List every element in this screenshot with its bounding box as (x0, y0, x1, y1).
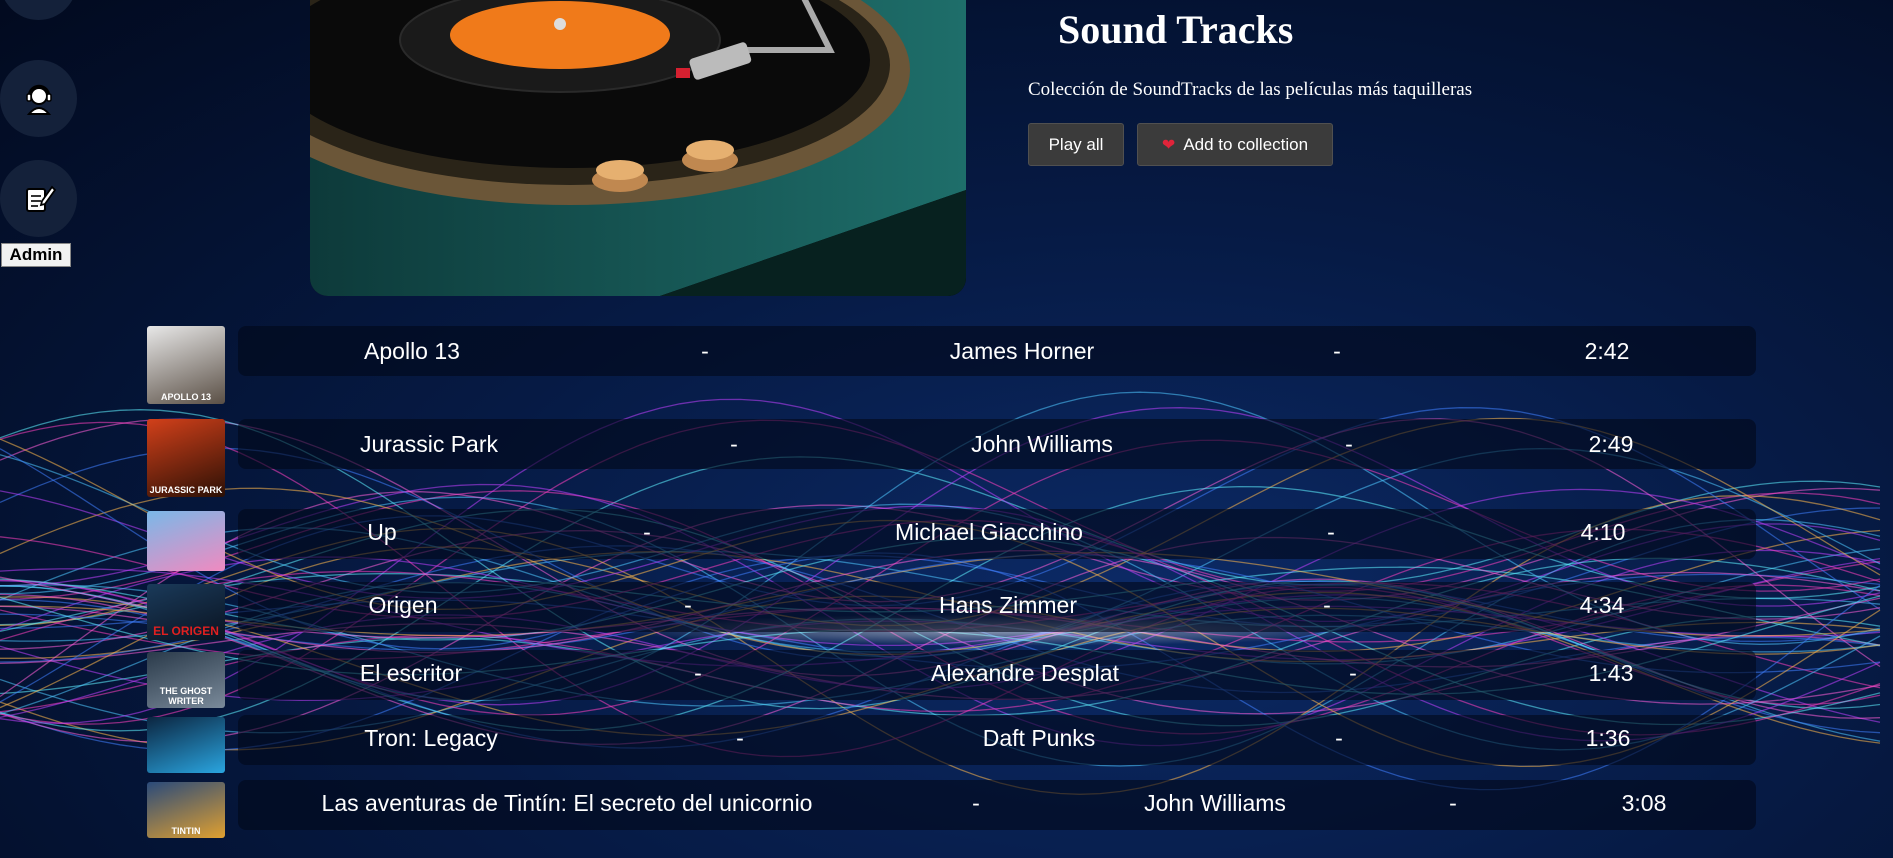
track-artist: John Williams (971, 431, 1113, 457)
admin-label[interactable]: Admin (1, 243, 71, 267)
thumbnail-caption: EL ORIGEN (153, 624, 219, 638)
sidebar-support-button[interactable] (0, 60, 77, 137)
track-separator: - (1327, 519, 1335, 545)
thumbnail-caption: TINTIN (171, 826, 201, 836)
track-separator: - (1449, 790, 1457, 816)
add-to-collection-label: Add to collection (1183, 134, 1309, 154)
track-thumbnail[interactable]: THE GHOST WRITER (147, 652, 225, 708)
track-duration: 2:49 (1588, 431, 1634, 457)
track-artist: Michael Giacchino (895, 519, 1083, 545)
sidebar-edit-button[interactable] (0, 160, 77, 237)
track-duration: 4:10 (1580, 519, 1626, 545)
track-separator: - (736, 725, 744, 751)
track-separator: - (1323, 592, 1331, 618)
thumbnail-caption: APOLLO 13 (160, 392, 211, 402)
track-title: Apollo 13 (364, 338, 460, 364)
track-artist: Hans Zimmer (938, 592, 1078, 618)
track-title: Up (367, 519, 397, 545)
track-artist: Daft Punks (982, 725, 1096, 751)
sidebar-top-button[interactable] (0, 0, 77, 20)
track-title: Jurassic Park (359, 431, 499, 457)
track-separator: - (643, 519, 651, 545)
album-cover-image (310, 0, 966, 296)
track-title: Origen (368, 592, 438, 618)
track-artist: James Horner (949, 338, 1095, 364)
track-artist: John Williams (1144, 790, 1286, 816)
add-to-collection-button[interactable]: ❤ Add to collection (1137, 123, 1333, 166)
play-all-label: Play all (1048, 134, 1104, 154)
track-separator: - (1333, 338, 1341, 364)
track-separator: - (701, 338, 709, 364)
track-thumbnail[interactable]: TINTIN (147, 782, 225, 838)
edit-document-icon (25, 185, 56, 212)
track-duration: 1:36 (1585, 725, 1631, 751)
headset-user-icon (25, 84, 52, 115)
track-title: Las aventuras de Tintín: El secreto del … (321, 790, 813, 816)
track-title: Tron: Legacy (364, 725, 498, 751)
track-thumbnail[interactable]: EL ORIGEN (147, 584, 225, 640)
track-separator: - (1345, 431, 1353, 457)
track-separator: - (684, 592, 692, 618)
track-thumbnail[interactable]: JURASSIC PARK (147, 419, 225, 497)
heart-icon: ❤ (1161, 136, 1176, 154)
track-artist: Alexandre Desplat (931, 660, 1119, 686)
track-thumbnail[interactable]: APOLLO 13 (147, 326, 225, 404)
sidebar: Admin (0, 0, 80, 280)
thumbnail-caption: THE GHOST WRITER (159, 686, 213, 706)
track-separator: - (694, 660, 702, 686)
track-separator: - (972, 790, 980, 816)
track-separator: - (730, 431, 738, 457)
track-duration: 3:08 (1621, 790, 1667, 816)
track-title: El escritor (359, 660, 463, 686)
thumbnail-caption: JURASSIC PARK (149, 485, 223, 495)
track-duration: 1:43 (1588, 660, 1634, 686)
playlist-description: Colección de SoundTracks de las película… (1028, 79, 1473, 100)
track-thumbnail[interactable] (147, 717, 225, 773)
track-separator: - (1349, 660, 1357, 686)
track-duration: 4:34 (1579, 592, 1625, 618)
play-all-button[interactable]: Play all (1028, 123, 1124, 166)
track-duration: 2:42 (1584, 338, 1630, 364)
track-separator: - (1335, 725, 1343, 751)
page-title: Sound Tracks (1058, 7, 1294, 52)
track-thumbnail[interactable] (147, 511, 225, 571)
